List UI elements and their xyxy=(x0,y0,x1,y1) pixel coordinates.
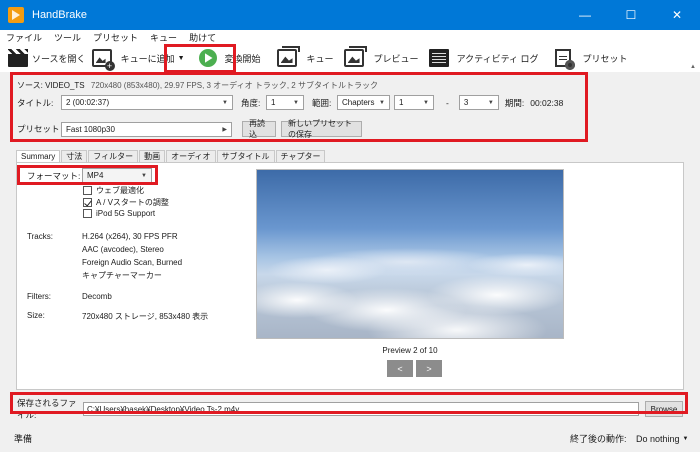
track-item: Foreign Audio Scan, Burned xyxy=(82,258,183,267)
settings-tabs: Summary 寸法 フィルター 動画 オーディオ サブタイトル チャプター xyxy=(16,150,326,162)
open-source-button[interactable]: ソースを開く xyxy=(8,46,86,70)
toolbar-overflow-icon[interactable]: ▲ xyxy=(690,64,696,70)
tab-dimensions[interactable]: 寸法 xyxy=(61,150,88,162)
menu-help[interactable]: 助けて xyxy=(189,31,216,44)
tab-video[interactable]: 動画 xyxy=(139,150,166,162)
add-to-queue-icon xyxy=(91,49,115,71)
preview-icon xyxy=(343,46,367,67)
tab-subtitles[interactable]: サブタイトル xyxy=(216,150,275,162)
queue-label: キュー xyxy=(306,53,334,64)
handbrake-app-icon xyxy=(8,7,24,23)
activity-log-label: アクティビティ ログ xyxy=(456,53,539,64)
status-bar: 準備 終了後の動作: Do nothing ▼ xyxy=(0,425,700,452)
ipod-label: iPod 5G Support xyxy=(96,209,156,218)
av-align-box[interactable] xyxy=(83,198,92,207)
terminal-icon xyxy=(428,49,449,67)
web-optimize-checkbox[interactable]: ウェブ最適化 xyxy=(83,185,144,196)
when-done-value: Do nothing xyxy=(636,433,680,444)
close-button[interactable]: ✕ xyxy=(654,0,700,30)
window-title: HandBrake xyxy=(32,9,88,21)
toolbar: ソースを開く キューに追加 ▼ 変換開始 キュー プレビュー アクティビティ ロ… xyxy=(0,44,700,72)
web-optimize-label: ウェブ最適化 xyxy=(96,186,144,195)
web-optimize-box[interactable] xyxy=(83,186,92,195)
preview-image xyxy=(256,169,564,339)
open-source-label: ソースを開く xyxy=(32,53,86,64)
preview-prev-button[interactable]: < xyxy=(387,360,413,377)
av-align-checkbox[interactable]: A / Vスタートの調整 xyxy=(83,197,169,208)
tracks-label: Tracks: xyxy=(27,232,53,241)
tab-filters[interactable]: フィルター xyxy=(88,150,139,162)
tab-audio[interactable]: オーディオ xyxy=(166,150,216,162)
tab-summary[interactable]: Summary xyxy=(16,150,61,162)
when-done-select[interactable]: Do nothing ▼ xyxy=(636,434,689,444)
ipod-checkbox[interactable]: iPod 5G Support xyxy=(83,209,155,218)
highlight-format-box xyxy=(17,165,158,185)
size-value: 720x480 ストレージ, 853x480 表示 xyxy=(82,312,209,321)
status-text: 準備 xyxy=(14,434,33,444)
track-item: キャプチャーマーカー xyxy=(82,271,162,280)
preview-button[interactable]: プレビュー xyxy=(343,46,419,70)
preferences-icon xyxy=(554,49,575,70)
queue-button[interactable]: キュー xyxy=(276,46,334,70)
preview-next-button[interactable]: > xyxy=(416,360,442,377)
preview-caption: Preview 2 of 10 xyxy=(382,346,438,355)
track-item: AAC (avcodec), Stereo xyxy=(82,245,164,254)
av-align-label: A / Vスタートの調整 xyxy=(96,198,169,207)
highlight-start-box xyxy=(164,44,236,73)
menu-tools[interactable]: ツール xyxy=(54,31,81,44)
filters-label: Filters: xyxy=(27,292,51,301)
window-titlebar: HandBrake — ☐ ✕ xyxy=(0,0,700,30)
when-done-label: 終了後の動作: xyxy=(570,434,627,444)
maximize-button[interactable]: ☐ xyxy=(608,0,654,30)
queue-icon xyxy=(276,46,300,67)
minimize-button[interactable]: — xyxy=(562,0,608,30)
presets-button[interactable]: プリセット xyxy=(554,46,628,70)
highlight-source-box xyxy=(10,72,588,142)
size-label: Size: xyxy=(27,311,45,320)
chevron-down-icon: ▼ xyxy=(682,435,689,442)
tab-chapters[interactable]: チャプター xyxy=(275,150,326,162)
track-item: H.264 (x264), 30 FPS PFR xyxy=(82,232,178,241)
ipod-box[interactable] xyxy=(83,209,92,218)
preview-label: プレビュー xyxy=(373,53,419,64)
filters-value: Decomb xyxy=(82,292,112,301)
menu-file[interactable]: ファイル xyxy=(6,31,42,44)
highlight-save-box xyxy=(10,392,688,414)
menu-queue[interactable]: キュー xyxy=(150,31,177,44)
menu-presets[interactable]: プリセット xyxy=(93,31,138,44)
presets-label: プリセット xyxy=(582,53,628,64)
menu-bar: ファイル ツール プリセット キュー 助けて xyxy=(0,30,700,44)
activity-log-button[interactable]: アクティビティ ログ xyxy=(428,46,539,70)
clapperboard-icon xyxy=(8,49,28,67)
